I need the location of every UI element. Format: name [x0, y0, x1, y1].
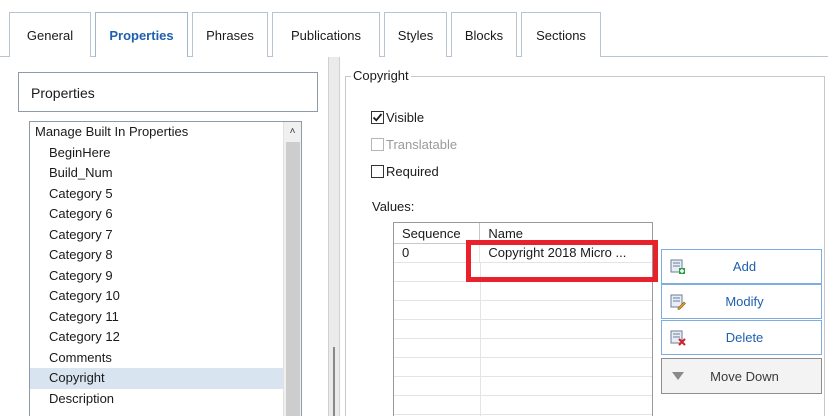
properties-header: Properties	[18, 72, 318, 112]
translatable-checkbox-row: Translatable	[371, 137, 457, 152]
required-checkbox[interactable]	[371, 165, 384, 178]
tab-list: General Properties Phrases Publications …	[9, 12, 605, 58]
groupbox-title: Copyright	[351, 68, 411, 83]
properties-header-label: Properties	[31, 85, 95, 101]
tab-label: Sections	[536, 27, 586, 43]
list-item[interactable]: Description	[30, 389, 285, 410]
tab-label: Publications	[290, 27, 362, 43]
add-button[interactable]: Add	[661, 249, 822, 284]
pane-splitter[interactable]	[328, 57, 340, 416]
values-label: Values:	[372, 199, 415, 214]
splitter-grip-icon[interactable]	[333, 347, 335, 416]
modify-button[interactable]: Modify	[661, 284, 822, 319]
properties-list[interactable]: Manage Built In Properties BeginHere Bui…	[29, 121, 302, 416]
delete-button-label: Delete	[725, 330, 764, 345]
empty-row	[394, 301, 652, 320]
delete-icon	[670, 330, 686, 346]
scroll-up-icon[interactable]: ˄	[284, 122, 301, 140]
checkmark-icon	[372, 113, 383, 122]
tab-label: Styles	[397, 27, 434, 43]
required-label: Required	[386, 164, 439, 179]
empty-cell	[394, 282, 481, 300]
tab-label: General	[26, 27, 74, 43]
list-item[interactable]: Category 5	[30, 184, 285, 205]
translatable-checkbox	[371, 138, 384, 151]
tab-styles[interactable]: Styles	[384, 12, 447, 57]
list-item[interactable]: Category 8	[30, 245, 285, 266]
empty-cell	[394, 377, 481, 395]
visible-label: Visible	[386, 110, 425, 125]
tab-general[interactable]: General	[9, 12, 91, 57]
highlight-annotation	[466, 240, 658, 282]
empty-row	[394, 396, 652, 415]
empty-row	[394, 320, 652, 339]
list-item[interactable]: Comments	[30, 348, 285, 369]
add-button-label: Add	[732, 259, 757, 274]
delete-button[interactable]: Delete	[661, 320, 822, 355]
empty-cell	[394, 320, 481, 338]
empty-cell	[394, 339, 481, 357]
list-item[interactable]: BeginHere	[30, 143, 285, 164]
list-item[interactable]: Category 10	[30, 286, 285, 307]
properties-list-items: Manage Built In Properties BeginHere Bui…	[30, 122, 285, 416]
visible-checkbox-row[interactable]: Visible	[371, 110, 424, 125]
move-down-button-label: Move Down	[710, 368, 779, 384]
empty-row	[394, 377, 652, 396]
list-item[interactable]	[30, 409, 285, 416]
move-down-button[interactable]: Move Down	[661, 358, 822, 394]
visible-checkbox[interactable]	[371, 111, 384, 124]
add-icon	[670, 259, 686, 275]
scroll-thumb[interactable]	[286, 142, 300, 416]
list-item[interactable]: Category 7	[30, 225, 285, 246]
list-item-selected[interactable]: Copyright	[30, 368, 285, 389]
list-item[interactable]: Category 11	[30, 307, 285, 328]
tab-label: Properties	[109, 28, 174, 43]
required-checkbox-row[interactable]: Required	[371, 164, 439, 179]
tab-label: Blocks	[464, 27, 504, 43]
tab-blocks[interactable]: Blocks	[451, 12, 517, 57]
tab-strip: General Properties Phrases Publications …	[0, 0, 828, 58]
tab-phrases[interactable]: Phrases	[192, 12, 268, 57]
list-item[interactable]: Category 12	[30, 327, 285, 348]
empty-cell	[394, 396, 481, 414]
list-scrollbar[interactable]: ˄	[283, 122, 301, 416]
list-item[interactable]: Category 6	[30, 204, 285, 225]
arrow-down-icon	[670, 368, 686, 384]
tab-publications[interactable]: Publications	[272, 12, 380, 57]
empty-cell	[394, 301, 481, 319]
tab-label: Phrases	[206, 27, 254, 43]
tab-properties[interactable]: Properties	[95, 12, 188, 58]
empty-row	[394, 339, 652, 358]
empty-row	[394, 358, 652, 377]
translatable-label: Translatable	[386, 137, 458, 152]
list-item[interactable]: Category 9	[30, 266, 285, 287]
edit-icon	[670, 294, 686, 310]
modify-button-label: Modify	[725, 294, 764, 309]
empty-row	[394, 282, 652, 301]
list-item[interactable]: Build_Num	[30, 163, 285, 184]
list-item-manage-built-in-properties[interactable]: Manage Built In Properties	[30, 122, 285, 143]
empty-cell	[394, 358, 481, 376]
tab-sections[interactable]: Sections	[521, 12, 601, 57]
